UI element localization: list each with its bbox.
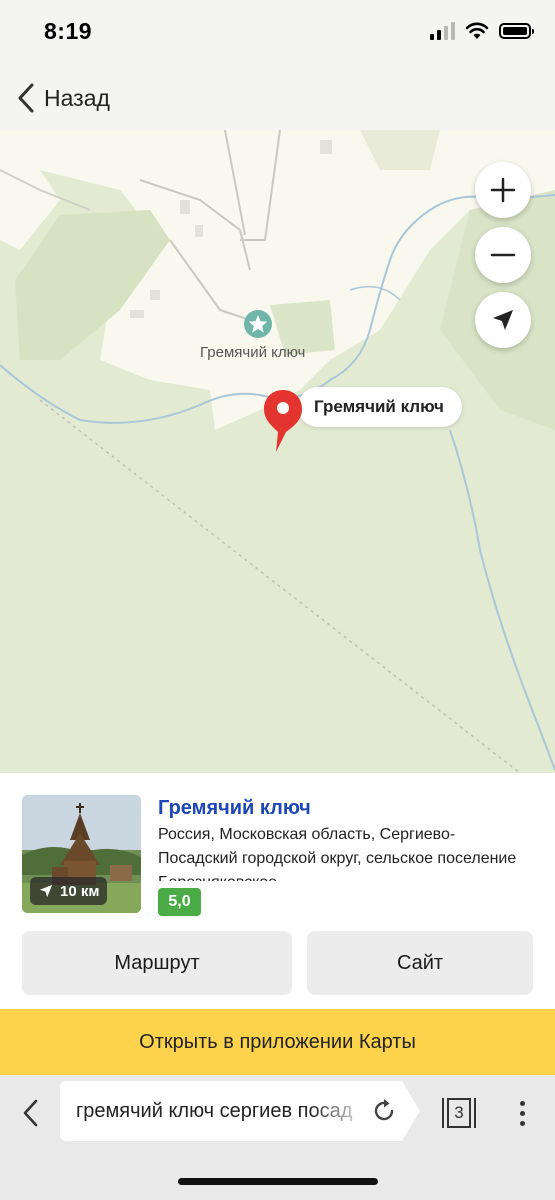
nav-bar: Назад: [0, 66, 555, 130]
tabs-divider: [442, 1098, 444, 1128]
my-location-button[interactable]: [475, 292, 531, 348]
map-view[interactable]: Гремячий ключ Гремячий ключ: [0, 130, 555, 773]
reload-icon[interactable]: [370, 1097, 398, 1125]
more-menu-button[interactable]: [508, 1095, 536, 1131]
place-photo[interactable]: 10 км: [22, 795, 141, 913]
dot-icon: [519, 1110, 525, 1116]
route-button[interactable]: Маршрут: [22, 931, 292, 995]
place-address: Россия, Московская область, Сергиево-Пос…: [158, 826, 517, 881]
dot-icon: [519, 1100, 525, 1106]
pin-label[interactable]: Гремячий ключ: [298, 387, 462, 427]
back-button[interactable]: Назад: [16, 78, 110, 118]
battery-icon: [499, 23, 534, 39]
place-title[interactable]: Гремячий ключ: [158, 797, 311, 820]
status-bar: 8:19: [0, 0, 555, 66]
dot-icon: [519, 1120, 525, 1126]
navigation-arrow-icon: [39, 884, 53, 898]
wifi-icon: [465, 22, 489, 39]
cellular-signal-icon: [430, 22, 455, 40]
location-pin-icon[interactable]: [262, 388, 304, 454]
zoom-out-button[interactable]: [475, 227, 531, 283]
poi-star-icon[interactable]: [243, 309, 273, 339]
zoom-in-button[interactable]: [475, 162, 531, 218]
distance-badge: 10 км: [30, 877, 108, 905]
rating-badge: 5,0: [158, 888, 201, 916]
address-bar[interactable]: гремячий ключ сергиев посад: [60, 1081, 420, 1141]
chevron-left-icon: [18, 83, 34, 113]
poi-label: Гремячий ключ: [200, 344, 306, 361]
plus-icon: [490, 177, 516, 203]
address-bar-fade: [310, 1081, 370, 1141]
place-card: 10 км Гремячий ключ Россия, Московская о…: [0, 773, 555, 1009]
home-indicator: [178, 1178, 378, 1185]
browser-back-button[interactable]: [10, 1091, 50, 1135]
tabs-count: 3: [447, 1098, 471, 1128]
status-time: 8:19: [44, 18, 93, 44]
open-in-app-button[interactable]: Открыть в приложении Карты: [0, 1009, 555, 1075]
minus-icon: [490, 253, 516, 257]
chevron-left-icon: [23, 1099, 38, 1127]
tabs-divider: [474, 1098, 476, 1128]
distance-value: 10 км: [60, 882, 100, 900]
status-icons: [430, 22, 534, 40]
tabs-button[interactable]: 3: [438, 1095, 480, 1131]
navigation-arrow-icon: [493, 310, 513, 330]
back-label: Назад: [44, 84, 110, 111]
website-button[interactable]: Сайт: [307, 931, 533, 995]
